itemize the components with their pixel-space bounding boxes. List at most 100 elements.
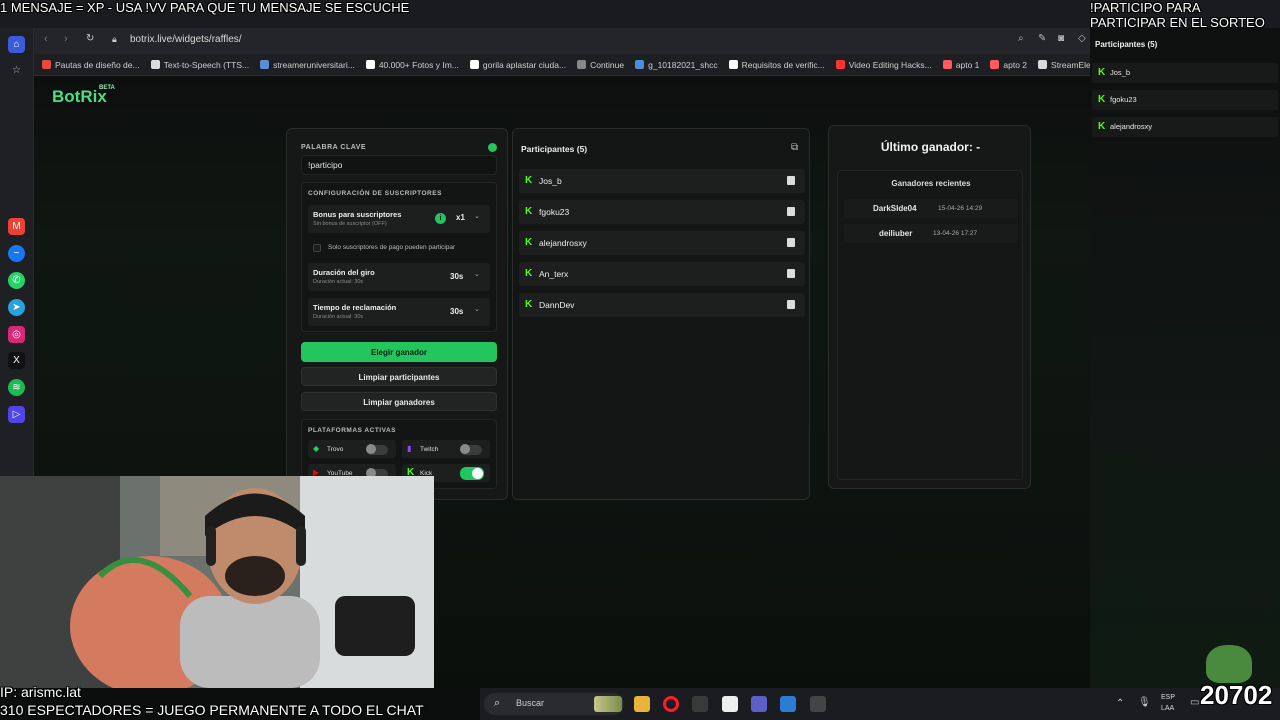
- bookmark-item[interactable]: 40.000+ Fotos y Im...: [365, 60, 459, 70]
- teams-icon[interactable]: [751, 696, 767, 712]
- player-icon[interactable]: ▷: [8, 406, 25, 423]
- only-subs-label: Solo suscriptores de pago pueden partici…: [328, 244, 456, 251]
- bookmark-item[interactable]: Pautas de diseño de...: [42, 60, 140, 70]
- spin-subtitle: Duración actual: 30s: [313, 279, 364, 285]
- bookmark-item[interactable]: Requisitos de verific...: [728, 60, 825, 70]
- store-icon[interactable]: [780, 696, 796, 712]
- trash-icon[interactable]: [787, 238, 795, 247]
- trovo-toggle[interactable]: [366, 444, 388, 455]
- opera-icon[interactable]: [663, 696, 679, 712]
- twitch-toggle[interactable]: [460, 444, 482, 455]
- twitch-icon: ▮: [407, 444, 412, 453]
- winner-panel: Último ganador: - Ganadores recientes Da…: [828, 125, 1031, 489]
- info-icon[interactable]: [488, 143, 497, 152]
- x-icon[interactable]: X: [8, 352, 25, 369]
- bookmark-label: g_10182021_shcc: [648, 59, 718, 70]
- bookmark-item[interactable]: StreamElements - st...: [1038, 60, 1090, 70]
- reload-icon[interactable]: ↻: [86, 33, 94, 44]
- chevron-down-icon: ⌄: [474, 306, 480, 313]
- bonus-select[interactable]: x1: [456, 213, 465, 222]
- keyword-input[interactable]: !participo: [301, 155, 497, 175]
- bookmark-icon: [150, 60, 160, 69]
- chevron-down-icon: ⌄: [474, 213, 480, 220]
- gmail-icon[interactable]: M: [8, 218, 25, 235]
- trash-icon[interactable]: [787, 269, 795, 278]
- browser-sidebar: ⌂ ☆ M ~ ✆ ➤ ◎ X ≋ ▷: [0, 28, 34, 476]
- participant-row: K An_terx: [519, 262, 805, 286]
- microphone-icon[interactable]: 🎙︎: [1138, 697, 1151, 708]
- overlay-top-right: !PARTICIPO PARA PARTICIPAR EN EL SORTEO: [1090, 0, 1265, 30]
- bookmark-item[interactable]: streameruniversitari...: [260, 60, 355, 70]
- windows-taskbar: ⌕ Buscar ⌃ 🎙︎ ESP LAA ▭: [480, 688, 1280, 720]
- chevron-up-icon[interactable]: ⌃: [1116, 698, 1124, 709]
- chevron-down-icon: ⌄: [474, 271, 480, 278]
- subs-config-title: CONFIGURACIÓN DE SUSCRIPTORES: [308, 190, 442, 197]
- overlay-counter: 20702: [1200, 680, 1273, 710]
- platform-name: Twitch: [420, 446, 439, 453]
- bookmark-item[interactable]: Video Editing Hacks...: [835, 60, 932, 70]
- winner-date: 15-04-26 14:29: [938, 205, 983, 212]
- telegram-icon[interactable]: ➤: [8, 299, 25, 316]
- app-icon[interactable]: [692, 696, 708, 712]
- participant-name: DannDev: [539, 300, 575, 310]
- claim-select[interactable]: 30s: [450, 307, 463, 316]
- overlay-top-message: 1 MENSAJE = XP - USA !VV PARA QUE TU MEN…: [0, 0, 410, 15]
- language-label[interactable]: ESP: [1161, 694, 1175, 701]
- instagram-icon[interactable]: ◎: [8, 326, 25, 343]
- shield-icon[interactable]: ◇: [1078, 33, 1086, 44]
- file-explorer-icon[interactable]: [634, 696, 650, 712]
- edit-icon[interactable]: ✎: [1038, 33, 1046, 44]
- lock-icon: 🔒︎: [112, 34, 117, 44]
- trash-icon[interactable]: [787, 207, 795, 216]
- bookmark-icon: [469, 60, 479, 69]
- search-icon[interactable]: ⌕: [1018, 33, 1024, 44]
- bookmark-icon: [835, 60, 845, 69]
- spin-select[interactable]: 30s: [450, 272, 463, 281]
- bookmark-label: Pautas de diseño de...: [55, 59, 140, 70]
- bookmark-icon: [990, 60, 1000, 69]
- language-layout[interactable]: LAA: [1161, 705, 1174, 712]
- kick-icon: K: [525, 237, 533, 248]
- bookmarks-bar: Pautas de diseño de... Text-to-Speech (TT…: [34, 54, 1090, 76]
- back-icon[interactable]: ‹: [44, 33, 48, 45]
- bookmark-item[interactable]: apto 1: [942, 60, 979, 70]
- spotify-icon[interactable]: ≋: [8, 379, 25, 396]
- keyword-label: PALABRA CLAVE: [301, 144, 367, 151]
- bookmark-icon: [365, 60, 375, 69]
- trash-icon[interactable]: [787, 176, 795, 185]
- copy-icon[interactable]: ⧉: [791, 142, 798, 153]
- bookmark-item[interactable]: gorila aplastar ciuda...: [469, 60, 566, 70]
- bookmark-item[interactable]: g_10182021_shcc: [635, 59, 718, 70]
- clear-winners-button[interactable]: Limpiar ganadores: [301, 392, 497, 411]
- kick-toggle[interactable]: [460, 467, 484, 480]
- trash-icon[interactable]: [787, 300, 795, 309]
- claim-subtitle: Duración actual: 30s: [313, 314, 364, 320]
- claim-time-row: Tiempo de reclamación Duración actual: 3…: [308, 298, 490, 326]
- only-subs-checkbox[interactable]: [313, 244, 321, 252]
- platform-trovo: ◆ Trovo: [308, 440, 396, 458]
- recent-winners-box: Ganadores recientes DarkSIde04 15-04-26 1…: [837, 170, 1023, 480]
- kick-icon: K: [525, 299, 533, 310]
- whatsapp-icon[interactable]: ✆: [8, 272, 25, 289]
- home-icon[interactable]: ⌂: [8, 36, 25, 53]
- messenger-icon[interactable]: ~: [8, 245, 25, 262]
- clear-participants-button[interactable]: Limpiar participantes: [301, 367, 497, 386]
- bookmark-item[interactable]: Text-to-Speech (TTS...: [150, 60, 249, 70]
- pick-winner-button[interactable]: Elegir ganador: [301, 342, 497, 362]
- participant-name: Jos_b: [539, 176, 562, 186]
- only-subs-row[interactable]: Solo suscriptores de pago pueden partici…: [308, 239, 490, 257]
- bonus-info-icon[interactable]: i: [435, 213, 446, 224]
- bookmark-label: StreamElements - st...: [1051, 59, 1090, 70]
- winner-date: 13-04-26 17:27: [933, 230, 978, 237]
- url-field[interactable]: botrix.live/widgets/raffles/: [130, 34, 242, 45]
- notification-app-icon[interactable]: [810, 696, 826, 712]
- bookmark-icon: [42, 60, 51, 69]
- bookmark-item[interactable]: Continue: [577, 60, 624, 70]
- camera-icon[interactable]: ◙: [1058, 33, 1064, 44]
- forward-icon[interactable]: ›: [64, 33, 68, 45]
- bookmark-item[interactable]: apto 2: [990, 60, 1027, 70]
- monitor-icon[interactable]: ▭: [1190, 697, 1199, 708]
- star-icon[interactable]: ☆: [8, 62, 25, 79]
- notepad-icon[interactable]: [722, 696, 738, 712]
- trovo-icon: ◆: [313, 444, 320, 453]
